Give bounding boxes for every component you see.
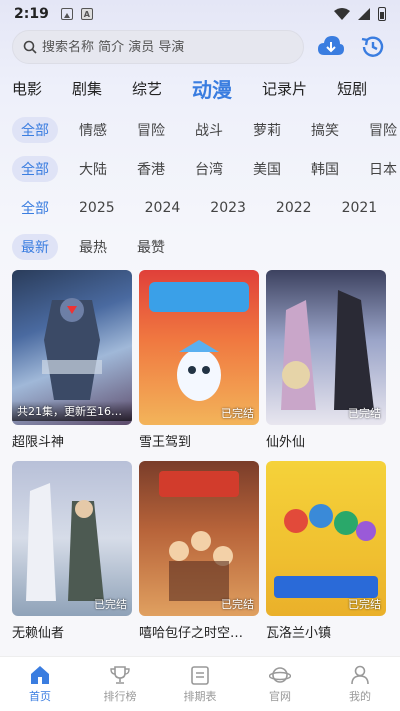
wifi-icon — [334, 8, 350, 20]
episode-status: 已完结 — [221, 407, 254, 420]
year-chip[interactable]: 2022 — [267, 197, 321, 219]
genre-chip[interactable]: 搞笑 — [302, 117, 348, 143]
genre-chip[interactable]: 全部 — [12, 117, 58, 143]
content-grid: 共21集，更新至16… 超限斗神 已完结 雪王驾到 已完结 仙外仙 已完结 无赖… — [12, 270, 388, 652]
status-bar: 2:19 A — [0, 0, 400, 28]
nav-label: 我的 — [349, 689, 371, 703]
show-card[interactable]: 共21集，更新至16… 超限斗神 — [12, 270, 132, 461]
nav-official-site[interactable]: 官网 — [240, 657, 320, 711]
region-chip[interactable]: 韩国 — [302, 156, 348, 182]
show-title: 仙外仙 — [266, 435, 306, 450]
genre-chip[interactable]: 战斗 — [186, 117, 232, 143]
region-chip[interactable]: 香港 — [128, 156, 174, 182]
episode-status: 已完结 — [348, 598, 381, 611]
nav-profile[interactable]: 我的 — [320, 657, 400, 711]
episode-status: 已完结 — [348, 407, 381, 420]
poster-art — [281, 290, 374, 410]
year-filter-row: 全部 2025 2024 2023 2022 2021 2020 — [12, 193, 400, 223]
region-chip[interactable]: 台湾 — [186, 156, 232, 182]
episode-status: 已完结 — [221, 598, 254, 611]
poster-thumbnail: 已完结 — [139, 461, 259, 616]
episode-status: 共21集，更新至16… — [12, 401, 132, 421]
year-chip[interactable]: 2025 — [70, 197, 124, 219]
genre-chip[interactable]: 萝莉 — [244, 117, 290, 143]
show-card[interactable]: 已完结 仙外仙 — [266, 270, 386, 461]
user-icon — [351, 665, 369, 684]
nav-ranking[interactable]: 排行榜 — [80, 657, 160, 711]
show-card[interactable]: 已完结 嘻哈包仔之时空… — [139, 461, 259, 652]
nav-schedule[interactable]: 排期表 — [160, 657, 240, 711]
show-title: 瓦洛兰小镇 — [266, 626, 332, 641]
genre-chip[interactable]: 情感 — [70, 117, 116, 143]
trophy-icon — [110, 665, 130, 684]
tab-series[interactable]: 剧集 — [72, 78, 102, 99]
nav-home[interactable]: 首页 — [0, 657, 80, 711]
poster-thumbnail: 已完结 — [139, 270, 259, 425]
poster-art — [26, 483, 104, 601]
sort-chip[interactable]: 最新 — [12, 234, 58, 260]
poster-thumbnail: 已完结 — [266, 461, 386, 616]
search-row — [12, 30, 388, 64]
home-icon — [31, 665, 49, 684]
show-title: 无赖仙者 — [12, 626, 65, 641]
nav-label: 官网 — [269, 689, 291, 703]
region-chip[interactable]: 全部 — [12, 156, 58, 182]
schedule-icon — [191, 665, 209, 685]
show-card[interactable]: 已完结 雪王驾到 — [139, 270, 259, 461]
status-time: 2:19 — [14, 6, 49, 22]
sort-chip[interactable]: 最热 — [70, 234, 116, 260]
planet-icon — [269, 666, 291, 683]
poster-art — [274, 504, 378, 598]
a-notification-icon: A — [80, 8, 93, 20]
cloud-download-icon — [318, 36, 344, 55]
search-box[interactable] — [12, 30, 304, 64]
bottom-nav: 首页 排行榜 排期表 官网 我的 — [0, 656, 400, 711]
search-input[interactable] — [42, 39, 292, 55]
show-card[interactable]: 已完结 无赖仙者 — [12, 461, 132, 652]
history-icon — [361, 36, 384, 57]
poster-art — [159, 471, 239, 601]
poster-thumbnail: 已完结 — [266, 270, 386, 425]
year-chip[interactable]: 2021 — [333, 197, 387, 219]
history-button[interactable] — [358, 32, 388, 62]
signal-icon — [358, 8, 370, 20]
year-chip[interactable]: 2024 — [136, 197, 190, 219]
tab-short-drama[interactable]: 短剧 — [337, 78, 367, 99]
sort-filter-row: 最新 最热 最赞 — [12, 232, 400, 262]
poster-thumbnail: 共21集，更新至16… — [12, 270, 132, 425]
search-icon — [23, 40, 37, 54]
genre-filter-row: 全部 情感 冒险 战斗 萝莉 搞笑 冒险 推理 — [12, 115, 400, 145]
poster-thumbnail: 已完结 — [12, 461, 132, 616]
genre-chip[interactable]: 冒险 — [360, 117, 400, 143]
poster-art — [149, 282, 249, 401]
tab-anime[interactable]: 动漫 — [192, 74, 232, 103]
region-chip[interactable]: 美国 — [244, 156, 290, 182]
tab-variety[interactable]: 综艺 — [132, 78, 162, 99]
region-filter-row: 全部 大陆 香港 台湾 美国 韩国 日本 泰国 — [12, 154, 400, 184]
tab-movies[interactable]: 电影 — [12, 78, 42, 99]
nav-label: 首页 — [29, 689, 51, 703]
sort-chip[interactable]: 最赞 — [128, 234, 174, 260]
year-chip[interactable]: 2023 — [201, 197, 255, 219]
show-title: 超限斗神 — [12, 435, 65, 450]
episode-status: 已完结 — [94, 598, 127, 611]
gallery-notification-icon — [60, 8, 73, 20]
show-card[interactable]: 已完结 瓦洛兰小镇 — [266, 461, 386, 652]
nav-label: 排行榜 — [103, 689, 137, 703]
nav-label: 排期表 — [183, 689, 217, 703]
show-title: 嘻哈包仔之时空… — [139, 626, 244, 641]
genre-chip[interactable]: 冒险 — [128, 117, 174, 143]
cloud-download-button[interactable] — [316, 32, 346, 62]
battery-icon — [378, 7, 386, 21]
region-chip[interactable]: 日本 — [360, 156, 400, 182]
region-chip[interactable]: 大陆 — [70, 156, 116, 182]
category-tabs: 电影 剧集 综艺 动漫 记录片 短剧 — [12, 70, 400, 106]
tab-documentary[interactable]: 记录片 — [262, 78, 307, 99]
year-chip[interactable]: 全部 — [12, 195, 58, 221]
show-title: 雪王驾到 — [139, 435, 192, 450]
